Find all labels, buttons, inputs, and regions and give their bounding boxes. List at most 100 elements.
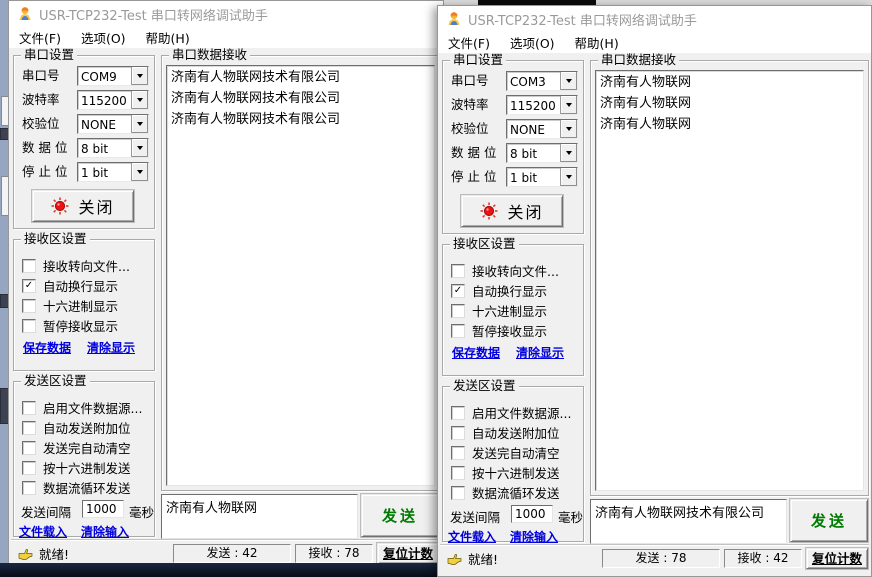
dropdown-button[interactable]: [560, 96, 577, 114]
clear-input-link[interactable]: 清除输入: [81, 523, 129, 540]
save-data-link[interactable]: 保存数据: [452, 344, 500, 361]
baud-rate-select[interactable]: 115200: [77, 90, 149, 110]
send-input[interactable]: 济南有人物联网技术有限公司: [590, 499, 787, 544]
dropdown-button[interactable]: [560, 144, 577, 162]
clear-display-link[interactable]: 清除显示: [87, 339, 135, 356]
data-bits-select[interactable]: 8 bit: [77, 138, 149, 158]
checkbox-box[interactable]: [22, 421, 36, 435]
checkbox-pause-receive[interactable]: 暂停接收显示: [451, 323, 547, 338]
checkbox-box[interactable]: ✓: [451, 284, 465, 298]
checkbox-auto-append[interactable]: 自动发送附加位: [22, 420, 131, 435]
parity-select[interactable]: NONE: [77, 114, 149, 134]
close-port-button[interactable]: 关闭: [32, 190, 134, 222]
clear-input-link[interactable]: 清除输入: [510, 528, 558, 545]
checkbox-box[interactable]: [451, 406, 465, 420]
interval-input[interactable]: [82, 500, 124, 518]
statusbar-divider: [11, 539, 441, 540]
dropdown-button[interactable]: [131, 67, 148, 85]
group-title: 串口数据接收: [169, 48, 250, 62]
dropdown-button[interactable]: [131, 163, 148, 181]
send-button[interactable]: 发送: [790, 499, 868, 542]
field-label: 串口号: [22, 66, 60, 86]
menu-file[interactable]: 文件(F): [438, 31, 500, 55]
checkbox-clear-after-send[interactable]: 发送完自动清空: [22, 440, 131, 455]
dropdown-button[interactable]: [560, 168, 577, 186]
checkbox-receive-to-file[interactable]: 接收转向文件...: [22, 258, 130, 273]
dropdown-button[interactable]: [131, 115, 148, 133]
checkbox-box[interactable]: [22, 441, 36, 455]
receive-line: 济南有人物联网技术有限公司: [171, 88, 430, 109]
checkbox-box[interactable]: [451, 446, 465, 460]
data-bits-select[interactable]: 8 bit: [506, 143, 578, 163]
send-input[interactable]: 济南有人物联网: [161, 494, 358, 539]
checkbox-box[interactable]: [451, 304, 465, 318]
checkbox-label: 自动发送附加位: [43, 418, 131, 437]
checkbox-box[interactable]: [451, 324, 465, 338]
menu-help[interactable]: 帮助(H): [565, 31, 629, 55]
com-port-select[interactable]: COM3: [506, 71, 578, 91]
baud-rate-select[interactable]: 115200: [506, 95, 578, 115]
menu-options[interactable]: 选项(O): [500, 31, 565, 55]
dropdown-button[interactable]: [131, 139, 148, 157]
titlebar[interactable]: USR-TCP232-Test 串口转网络调试助手: [9, 1, 443, 27]
group-title: 串口设置: [450, 53, 506, 67]
checkbox-box[interactable]: [451, 426, 465, 440]
checkbox-pause-receive[interactable]: 暂停接收显示: [22, 318, 118, 333]
checkbox-hex-display[interactable]: 十六进制显示: [451, 303, 547, 318]
receive-data-display[interactable]: 济南有人物联网 济南有人物联网 济南有人物联网: [595, 70, 864, 491]
close-port-button[interactable]: 关闭: [461, 195, 563, 227]
check-mark: ✓: [25, 280, 33, 291]
reset-count-button[interactable]: 复位计数: [377, 543, 439, 564]
stop-bits-select[interactable]: 1 bit: [506, 167, 578, 187]
load-file-link[interactable]: 文件载入: [19, 523, 67, 540]
status-sent-count: 发送 : 78: [602, 549, 720, 568]
checkbox-file-data-source[interactable]: 启用文件数据源...: [22, 400, 142, 415]
com-port-select[interactable]: COM9: [77, 66, 149, 86]
checkbox-file-data-source[interactable]: 启用文件数据源...: [451, 405, 571, 420]
checkbox-box[interactable]: [451, 264, 465, 278]
parity-select[interactable]: NONE: [506, 119, 578, 139]
menu-help[interactable]: 帮助(H): [136, 26, 200, 50]
checkbox-send-as-hex[interactable]: 按十六进制发送: [451, 465, 560, 480]
checkbox-loop-send[interactable]: 数据流循环发送: [22, 480, 131, 495]
checkbox-box[interactable]: [451, 486, 465, 500]
checkbox-box[interactable]: [22, 319, 36, 333]
save-data-link[interactable]: 保存数据: [23, 339, 71, 356]
taskbar-strip: [0, 563, 437, 577]
checkbox-box[interactable]: [22, 481, 36, 495]
interval-input[interactable]: [511, 505, 553, 523]
receive-settings-group: 接收区设置 接收转向文件... ✓ 自动换行显示 十六进制显示 暂停接收显示 保…: [442, 244, 584, 376]
checkbox-box[interactable]: [22, 461, 36, 475]
checkbox-auto-append[interactable]: 自动发送附加位: [451, 425, 560, 440]
checkbox-auto-wrap[interactable]: ✓ 自动换行显示: [451, 283, 547, 298]
status-received-count: 接收 : 42: [724, 549, 802, 568]
checkbox-send-as-hex[interactable]: 按十六进制发送: [22, 460, 131, 475]
clear-display-link[interactable]: 清除显示: [516, 344, 564, 361]
send-button[interactable]: 发送: [361, 494, 439, 537]
stop-bits-select[interactable]: 1 bit: [77, 162, 149, 182]
checkbox-clear-after-send[interactable]: 发送完自动清空: [451, 445, 560, 460]
load-file-link[interactable]: 文件载入: [448, 528, 496, 545]
serial-data-receive-group: 串口数据接收 济南有人物联网技术有限公司 济南有人物联网技术有限公司 济南有人物…: [161, 55, 440, 491]
checkbox-receive-to-file[interactable]: 接收转向文件...: [451, 263, 559, 278]
chevron-down-icon: [566, 103, 572, 107]
menu-options[interactable]: 选项(O): [71, 26, 136, 50]
dropdown-button[interactable]: [131, 91, 148, 109]
checkbox-box[interactable]: [22, 401, 36, 415]
checkbox-loop-send[interactable]: 数据流循环发送: [451, 485, 560, 500]
reset-count-button[interactable]: 复位计数: [806, 548, 868, 569]
checkbox-box[interactable]: [22, 259, 36, 273]
dropdown-button[interactable]: [560, 72, 577, 90]
checkbox-box[interactable]: [22, 299, 36, 313]
checkbox-box[interactable]: ✓: [22, 279, 36, 293]
dropdown-button[interactable]: [560, 120, 577, 138]
receive-data-display[interactable]: 济南有人物联网技术有限公司 济南有人物联网技术有限公司 济南有人物联网技术有限公…: [166, 65, 435, 486]
checkbox-box[interactable]: [451, 466, 465, 480]
baud-rate-value: 115200: [507, 96, 560, 114]
serial-field-row: 串口号 COM3: [443, 71, 583, 91]
titlebar[interactable]: USR-TCP232-Test 串口转网络调试助手: [438, 6, 871, 32]
checkbox-auto-wrap[interactable]: ✓ 自动换行显示: [22, 278, 118, 293]
checkbox-hex-display[interactable]: 十六进制显示: [22, 298, 118, 313]
com-port-value: COM9: [78, 67, 131, 85]
menu-file[interactable]: 文件(F): [9, 26, 71, 50]
